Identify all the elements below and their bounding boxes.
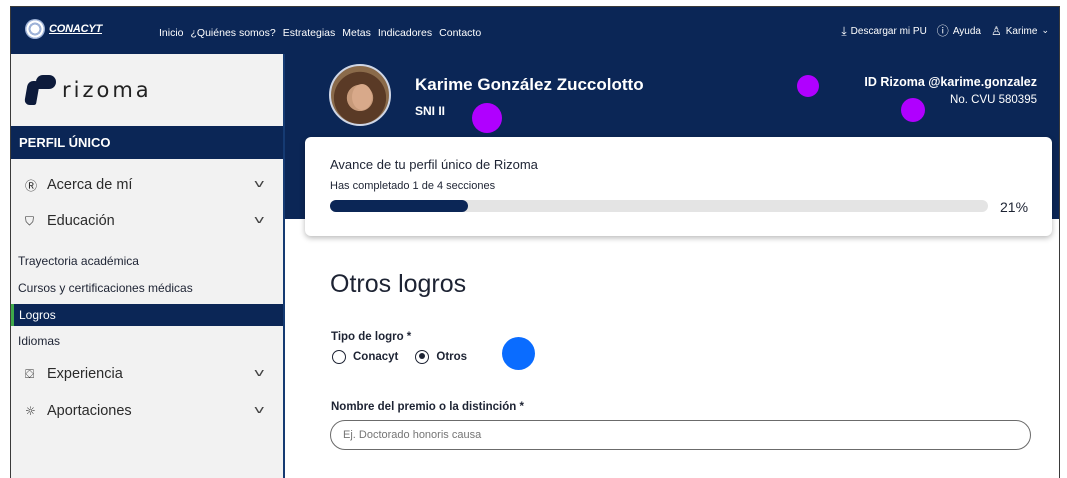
award-name-input[interactable] [330,420,1031,450]
chevron-down-icon: v [254,403,265,416]
lightbulb-icon: ☼ [25,404,36,418]
progress-title: Avance de tu perfil único de Rizoma [330,157,538,172]
nav-link-estrategias[interactable]: Estrategias [283,27,336,39]
profile-name: Karime González Zuccolotto [415,75,644,94]
user-menu[interactable]: ♙ Karime ⌄ [991,25,1049,37]
sidebar-item-label: Experiencia [47,366,123,382]
nav-link-quienes-somos[interactable]: ¿Quiénes somos? [191,27,276,39]
app-frame: CONACYT Inicio ¿Quiénes somos? Estrategi… [10,6,1060,478]
radio-conacyt-label[interactable]: Conacyt [353,351,398,363]
radio-conacyt[interactable] [332,350,346,364]
user-icon: ♙ [991,24,1002,38]
sidebar-subitem-idiomas[interactable]: Idiomas [11,330,283,352]
conacyt-emblem-icon [25,19,45,39]
sidebar-item-label: Educación [47,213,115,229]
help-link[interactable]: ⓘ Ayuda [937,25,981,37]
download-pu-label: Descargar mi PU [850,25,927,37]
conacyt-logo-text: CONACYT [49,23,102,35]
sni-level: SNI II [415,104,446,118]
click-marker [502,337,535,370]
highlight-marker [901,98,925,122]
highlight-marker [472,103,502,133]
nav-actions: ⤓ Descargar mi PU ⓘ Ayuda ♙ Karime ⌄ [841,25,1049,37]
page-title: Otros logros [330,270,467,298]
sidebar-item-label: Acerca de mí [47,177,133,193]
nav-link-contacto[interactable]: Contacto [439,27,481,39]
nav-link-indicadores[interactable]: Indicadores [378,27,432,39]
perfil-unico-header: PERFIL ÚNICO [11,126,283,159]
tipo-logro-radio-group: Conacyt Otros [332,350,467,364]
briefcase-icon: ⛋ [25,366,35,381]
progress-card: Avance de tu perfil único de Rizoma Has … [305,137,1052,236]
download-pu-link[interactable]: ⤓ Descargar mi PU [841,25,926,37]
graduation-cap-icon: ⛉ [25,213,35,228]
chevron-down-icon: ⌄ [1041,25,1049,36]
help-label: Ayuda [952,25,981,37]
top-nav: CONACYT Inicio ¿Quiénes somos? Estrategi… [11,7,1059,54]
nav-links: Inicio ¿Quiénes somos? Estrategias Metas… [159,27,481,39]
sidebar-subitem-cursos[interactable]: Cursos y certificaciones médicas [11,277,283,299]
tipo-logro-label: Tipo de logro * [331,331,412,343]
sidebar-item-experiencia[interactable]: ⛋ Experiencia v [11,358,283,390]
sidebar-subitem-logros[interactable]: Logros [11,304,283,326]
avatar [329,64,391,126]
radio-otros-label[interactable]: Otros [436,351,467,363]
highlight-marker [797,75,819,97]
chevron-down-icon: v [254,177,265,190]
rizoma-brand-text: rizoma [62,78,152,102]
cvu-number: No. CVU 580395 [950,94,1037,106]
progress-percent: 21% [1000,199,1029,215]
progress-bar [330,200,988,212]
progress-subtitle: Has completado 1 de 4 secciones [330,180,496,192]
help-icon: ⓘ [936,24,949,38]
sidebar-item-label: Aportaciones [47,403,132,419]
chevron-down-icon: v [254,213,265,226]
sidebar-subitem-trayectoria[interactable]: Trayectoria académica [11,250,283,272]
nav-link-inicio[interactable]: Inicio [159,27,184,39]
profile-icon: Ⓡ [25,178,38,193]
conacyt-logo[interactable]: CONACYT [25,19,102,39]
nav-link-metas[interactable]: Metas [342,27,371,39]
download-icon: ⤓ [841,24,847,38]
sidebar: rizoma PERFIL ÚNICO Ⓡ Acerca de mí v ⛉ E… [11,54,285,478]
progress-bar-fill [330,200,469,212]
chevron-down-icon: v [254,366,265,379]
sidebar-item-aportaciones[interactable]: ☼ Aportaciones v [11,395,283,427]
sidebar-item-acerca-de-mi[interactable]: Ⓡ Acerca de mí v [11,169,283,201]
award-name-label: Nombre del premio o la distinción * [331,401,524,413]
rizoma-logo-icon [23,75,56,105]
user-name-label: Karime [1005,25,1038,37]
rizoma-id: ID Rizoma @karime.gonzalez [864,75,1037,89]
rizoma-brand[interactable]: rizoma [23,68,152,112]
radio-otros[interactable] [415,350,430,364]
sidebar-item-educacion[interactable]: ⛉ Educación v [11,205,283,237]
